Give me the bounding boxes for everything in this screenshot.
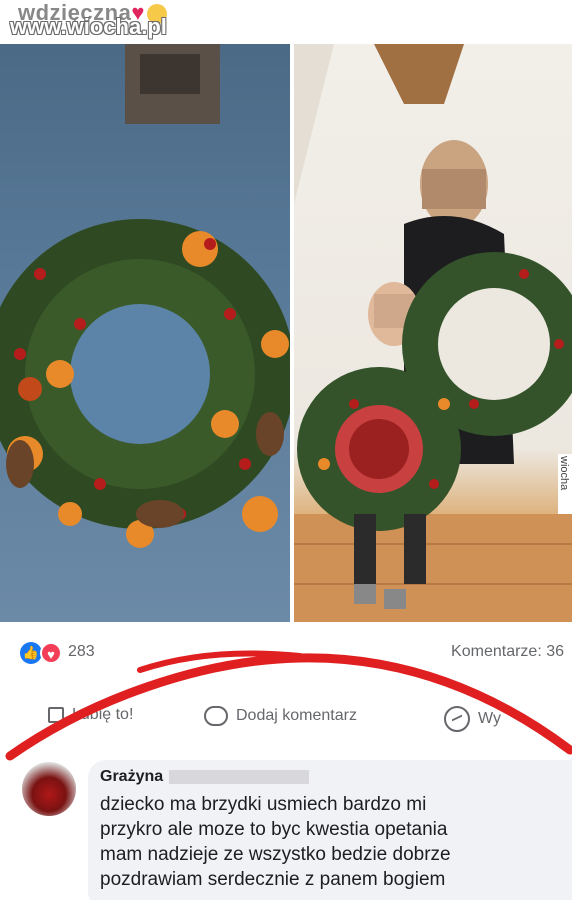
reactions-row: 👍 ♥ 283 Komentarze: 36 [0,636,572,670]
watermark: www.wiocha.pl [10,14,167,39]
comment-button[interactable]: Dodaj komentarz [204,706,357,726]
wreath-photo-right[interactable]: wiocha [294,44,572,622]
comment-bubble: Grażyna dziecko ma brzydki usmiech bardz… [88,760,572,900]
comment-line: mam nadzieje ze wszystko bedzie dobrze [100,844,451,865]
comment-text: dziecko ma brzydki usmiech bardzo mi prz… [100,792,572,892]
comment-item: Grażyna dziecko ma brzydki usmiech bardz… [0,760,572,900]
reaction-count[interactable]: 283 [68,643,95,661]
like-label: Lubię to! [72,706,134,723]
side-label: wiocha [558,454,572,514]
like-button[interactable]: Lubię to! [48,706,133,724]
wreath-illustration-left [0,44,290,548]
post-caption-strip: wdzięczna♥ www.wiocha.pl [0,0,572,39]
wreath-photo-left[interactable] [0,44,290,622]
comment-author[interactable]: Grażyna [100,768,163,785]
wreath-illustration-right [294,44,572,622]
comment-line: dziecko ma brzydki usmiech bardzo mi [100,794,427,815]
side-label-text: wiocha [558,456,570,491]
share-label: Wy [478,710,501,727]
comment-line: pozdrawiam serdecznie z panem bogiem [100,869,446,890]
comment-label: Dodaj komentarz [236,707,357,724]
comments-count[interactable]: Komentarze: 36 [451,643,564,661]
thumbs-up-icon [48,707,64,723]
comment-line: przykro ale moze to byc kwestia opetania [100,819,448,840]
comment-bubble-icon [204,706,228,726]
messenger-icon [444,706,470,732]
avatar[interactable] [22,762,76,816]
post-actions: Lubię to! Dodaj komentarz Wy [0,700,572,736]
redacted-surname [169,769,310,784]
love-reaction-icon[interactable]: ♥ [40,642,62,664]
messenger-share-button[interactable]: Wy [444,706,501,732]
like-reaction-icon[interactable]: 👍 [20,642,42,664]
